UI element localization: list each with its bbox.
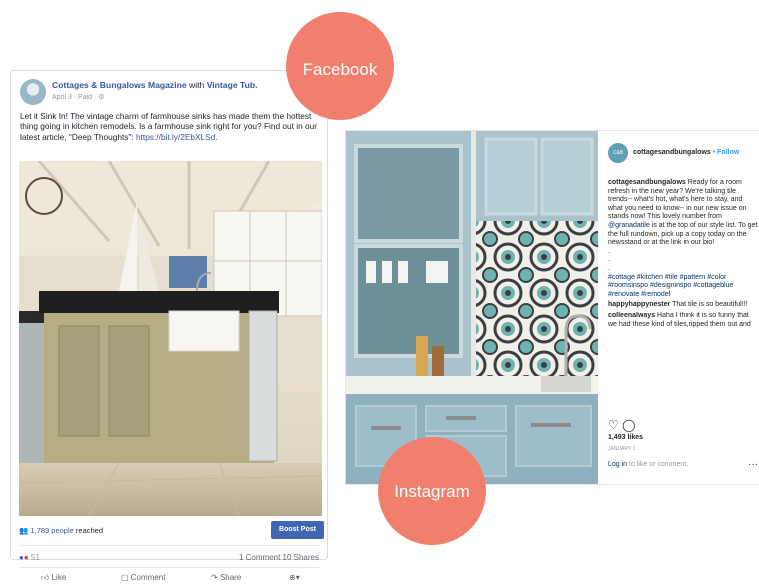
share-button[interactable]: ↷ Share — [211, 573, 241, 582]
follow-button[interactable]: Follow — [717, 149, 739, 156]
login-prompt: Log in to like or comment. — [608, 461, 688, 468]
post-meta: April 3 · Paid · ⚙ — [52, 93, 105, 101]
like-label: Like — [51, 573, 67, 582]
reach-suffix: reached — [73, 526, 103, 535]
hashtags[interactable]: #cottage #kitchen #tile #pattern #color … — [608, 274, 758, 300]
facebook-post-card: Cottages & Bungalows Magazine with Vinta… — [10, 70, 328, 582]
like-count[interactable]: 1,493 likes — [608, 434, 643, 441]
comment-share-count[interactable]: 1 Comment 10 Shares — [239, 553, 319, 562]
reactions-summary[interactable]: ●● 51 — [19, 553, 40, 562]
globe-icon: ⊕▾ — [289, 573, 300, 582]
audience-selector[interactable]: ⊕▾ — [289, 573, 300, 582]
caption-dot: . — [608, 256, 610, 264]
divider — [19, 545, 319, 546]
post-author: cottagesandbungalows • Follow — [633, 149, 739, 156]
comment-user[interactable]: happyhappynester — [608, 301, 670, 308]
comment: happyhappynester That tile is so beautif… — [608, 301, 758, 310]
tile-kitchen-illustration — [346, 131, 598, 484]
with-text: with — [186, 80, 207, 90]
instagram-post-details: C&B cottagesandbungalows • Follow cottag… — [608, 131, 759, 484]
instagram-badge: Instagram — [378, 437, 486, 545]
more-options-icon[interactable]: ··· — [748, 459, 758, 470]
kitchen-photo[interactable] — [19, 161, 322, 516]
post-date: JANUARY 1 — [608, 446, 636, 452]
page-name-link[interactable]: Cottages & Bungalows Magazine — [52, 80, 187, 90]
audience-icon: ⚙ — [98, 94, 105, 101]
login-link[interactable]: Log in — [608, 461, 627, 468]
caption-dot: . — [608, 264, 610, 272]
comment-button[interactable]: ▢ Comment — [121, 573, 165, 582]
reach-stats: 👥 1,789 people reached — [19, 526, 103, 535]
instagram-post-card: C&B cottagesandbungalows • Follow cottag… — [345, 130, 759, 485]
people-icon: 👥 — [19, 526, 31, 535]
post-body: Let it Sink In! The vintage charm of far… — [20, 111, 320, 142]
tile-kitchen-photo[interactable] — [346, 131, 598, 484]
article-link[interactable]: https://bit.ly/2EbXLSd. — [136, 132, 218, 142]
caption-text-block: cottagesandbungalows Ready for a room re… — [608, 179, 758, 248]
page-avatar[interactable] — [20, 79, 46, 105]
account-avatar[interactable]: C&B — [608, 143, 628, 163]
caption-dot: . — [608, 247, 610, 255]
partner-link[interactable]: Vintage Tub. — [207, 80, 258, 90]
love-reaction-icon: ● — [23, 553, 29, 562]
comment-user[interactable]: colleenalways — [608, 312, 655, 319]
caption-user[interactable]: cottagesandbungalows — [608, 179, 686, 186]
comment-label: Comment — [130, 573, 166, 582]
thumbs-up-icon: 👍︎ — [41, 573, 52, 582]
comment: colleenalways Haha I think it is so funn… — [608, 312, 758, 329]
login-rest: to like or comment. — [627, 461, 689, 468]
post-author: Cottages & Bungalows Magazine with Vinta… — [52, 80, 258, 90]
comment-bubble-icon[interactable]: ◯ — [622, 418, 635, 432]
mention-link[interactable]: @granadatile — [608, 222, 650, 229]
share-icon: ↷ — [211, 573, 220, 582]
reach-count[interactable]: 1,789 people — [30, 526, 73, 535]
heart-icon[interactable]: ♡ — [608, 418, 619, 432]
like-button[interactable]: 👍︎ Like — [41, 573, 66, 583]
post-actions: ♡ ◯ — [608, 418, 636, 432]
comment-icon: ▢ — [121, 573, 131, 582]
reaction-count: 51 — [30, 553, 40, 562]
post-actions: 👍︎ Like ▢ Comment ↷ Share ⊕▾ — [19, 573, 319, 587]
facebook-badge: Facebook — [286, 12, 394, 120]
post-date: April 3 · Paid · — [52, 94, 99, 101]
boost-post-button[interactable]: Boost Post — [271, 521, 324, 539]
divider — [19, 567, 319, 568]
kitchen-illustration — [19, 161, 322, 516]
share-label: Share — [219, 573, 242, 582]
facebook-post-header: Cottages & Bungalows Magazine with Vinta… — [20, 78, 319, 110]
account-handle[interactable]: cottagesandbungalows — [633, 149, 711, 156]
comment-text: That tile is so beautiful!!! — [670, 301, 748, 309]
caption: cottagesandbungalows Ready for a room re… — [608, 179, 758, 329]
